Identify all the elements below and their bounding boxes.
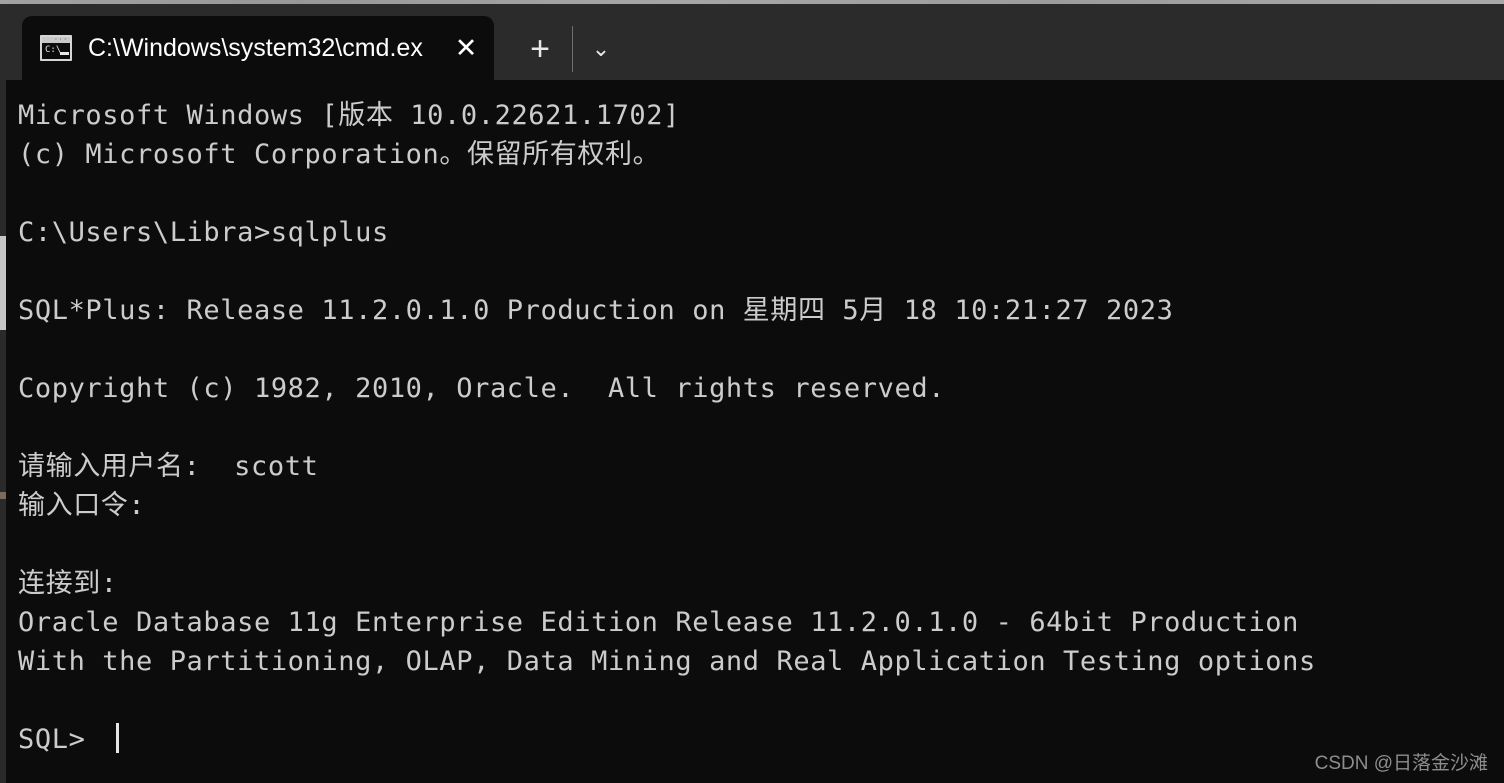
terminal-window: ··· C:\ C:\Windows\system32\cmd.ex ✕ + ⌄… [0, 0, 1504, 783]
terminal-lines: Microsoft Windows [版本 10.0.22621.1702] (c… [18, 96, 1504, 759]
terminal-line: Microsoft Windows [版本 10.0.22621.1702] [18, 100, 680, 131]
tab-title: C:\Windows\system32\cmd.ex [88, 34, 423, 62]
cmd-icon: ··· C:\ [40, 35, 72, 61]
chevron-down-icon[interactable]: ⌄ [577, 26, 625, 72]
tab-cmd[interactable]: ··· C:\ C:\Windows\system32\cmd.ex ✕ [22, 16, 494, 80]
terminal-line: 请输入用户名: scott [18, 451, 319, 482]
terminal-output-area[interactable]: Microsoft Windows [版本 10.0.22621.1702] (c… [6, 80, 1504, 783]
terminal-line: Oracle Database 11g Enterprise Edition R… [18, 607, 1300, 638]
cmd-icon-prompt-text: C:\ [45, 45, 62, 55]
terminal-line: C:\Users\Libra>sqlplus [18, 217, 389, 248]
close-icon[interactable]: ✕ [438, 16, 494, 80]
text-cursor [116, 723, 120, 753]
tab-bar: ··· C:\ C:\Windows\system32\cmd.ex ✕ + ⌄ [0, 4, 1504, 80]
watermark: CSDN @日落金沙滩 [1314, 753, 1488, 774]
new-tab-button[interactable]: + [512, 26, 568, 72]
terminal-prompt-line: SQL> [18, 720, 1504, 759]
terminal-line: 连接到: [18, 568, 118, 599]
tab-bar-divider [572, 26, 573, 72]
terminal-line: (c) Microsoft Corporation。保留所有权利。 [18, 139, 661, 170]
prompt-text: SQL> [18, 724, 103, 755]
terminal-line: With the Partitioning, OLAP, Data Mining… [18, 646, 1316, 677]
terminal-line: 输入口令: [18, 490, 146, 521]
terminal-line: Copyright (c) 1982, 2010, Oracle. All ri… [18, 373, 946, 404]
terminal-line: SQL*Plus: Release 11.2.0.1.0 Production … [18, 295, 1174, 326]
